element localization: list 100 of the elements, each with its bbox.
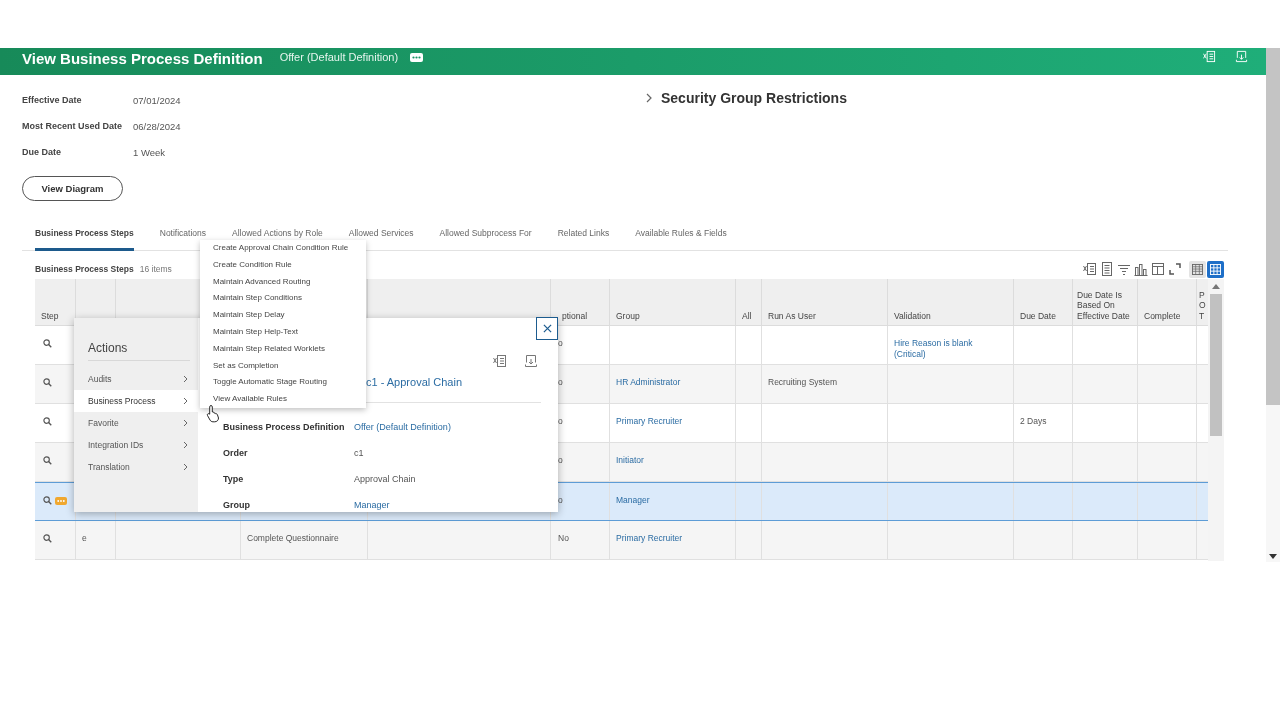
field-value: 07/01/2024 [133,94,181,106]
table-scrollbar[interactable] [1208,279,1224,561]
chevron-icon [183,375,188,383]
menu-item-label: Translation [88,462,130,472]
submenu-item[interactable]: Maintain Step Related Worklets [200,340,366,358]
document-icon[interactable] [1100,262,1114,276]
page-subtitle: Offer (Default Definition) [279,50,399,65]
submenu-item[interactable]: Maintain Step Delay [200,307,366,324]
field-value: 06/28/2024 [133,120,181,132]
table-cell: o [558,338,563,348]
column-header: All [742,310,752,321]
menu-title: Actions [88,340,129,356]
item-count: 16 items [139,264,172,274]
table-link[interactable]: Primary Recruiter [616,533,683,543]
column-header: ptional [562,310,588,321]
search-icon[interactable] [43,456,52,465]
spreadsheet-export-icon[interactable] [1083,262,1097,276]
detail-link[interactable]: Offer (Default Definition) [354,422,451,432]
column-header: P O T [1199,289,1207,321]
search-icon[interactable] [43,378,52,387]
layout-icon[interactable] [1151,262,1165,276]
menu-item-label: Audits [88,374,112,384]
page-scrollbar[interactable] [1266,48,1280,562]
ellipsis-icon[interactable] [410,53,424,62]
menu-item-label: Favorite [88,418,119,428]
chevron-icon [183,419,188,427]
column-header: Due Date [1020,310,1056,321]
field-value: 1 Week [133,146,166,158]
submenu-item[interactable]: Maintain Step Conditions [200,290,366,308]
spreadsheet-export-icon[interactable] [1203,50,1216,63]
table-link[interactable]: Hire Reason is blank (Critical) [894,338,978,360]
table-cell: o [558,377,563,387]
table-cell: No [558,533,569,543]
chevron-icon[interactable] [646,93,652,103]
column-header: Step [41,310,59,321]
table-cell: e [82,533,87,543]
menu-item[interactable]: Business Process [74,390,198,412]
table-cell: 2 Days [1020,416,1047,426]
tab[interactable]: Related Links [557,223,610,239]
tab[interactable]: Allowed Subprocess For [439,223,532,239]
search-icon[interactable] [43,417,52,426]
field-label: Due Date [22,147,62,157]
menu-item[interactable]: Audits [74,368,198,390]
grid-view-icon [1210,263,1221,275]
grid-title: Business Process Steps [35,264,134,274]
column-header: Run As User [768,310,816,321]
grid-view-button[interactable] [1207,260,1224,278]
submenu-item[interactable]: Maintain Advanced Routing [200,273,366,291]
spreadsheet-export-icon[interactable] [493,354,507,368]
submenu-item[interactable]: Toggle Automatic Stage Routing [200,374,366,392]
scrollbar-thumb[interactable] [1266,48,1280,405]
detail-value: c1 [354,448,364,458]
table-link[interactable]: Primary Recruiter [616,416,683,426]
menu-item-label: Business Process [88,396,156,406]
column-header: Due Date Is Based On Effective Date [1077,289,1131,321]
submenu-item[interactable]: Create Condition Rule [200,256,366,274]
column-header: Complete [1144,310,1181,321]
close-icon [542,324,552,333]
tab[interactable]: Available Rules & Fields [635,223,727,239]
scroll-down-arrow-icon[interactable] [1269,554,1277,559]
table-view-button[interactable] [1189,260,1206,278]
tab[interactable]: Notifications [159,223,207,239]
table-link[interactable]: Initiator [616,455,644,465]
table-cell: Complete Questionnaire [247,533,339,543]
menu-item-label: Integration IDs [88,440,144,450]
scroll-up-arrow-icon[interactable] [1212,284,1220,289]
table-cell: o [558,495,563,505]
chevron-icon [183,463,188,471]
expand-icon[interactable] [1168,262,1182,276]
detail-title-link[interactable]: c1 - Approval Chain [366,375,462,389]
field-label: Most Recent Used Date [22,121,124,131]
menu-item[interactable]: Favorite [74,412,198,434]
menu-item[interactable]: Translation [74,456,198,478]
detail-label: Order [223,448,249,458]
field-label: Effective Date [22,95,83,105]
search-icon[interactable] [43,534,52,543]
table-cell: Recruiting System [768,377,837,387]
close-button[interactable] [536,317,558,340]
section-title[interactable]: Security Group Restrictions [661,90,847,106]
column-header: Group [616,310,640,321]
document-download-icon[interactable] [524,354,538,368]
table-view-icon [1192,263,1203,275]
view-diagram-button[interactable]: View Diagram [22,176,123,201]
detail-label: Type [223,474,245,484]
tab[interactable]: Business Process Steps [35,223,134,251]
table-link[interactable]: Manager [616,495,650,505]
detail-value: Approval Chain [354,474,416,484]
filter-icon[interactable] [1117,262,1131,276]
table-link[interactable]: HR Administrator [616,377,681,387]
submenu-item[interactable]: Maintain Step Help-Text [200,324,366,341]
tab[interactable]: Allowed Services [348,223,414,239]
table-row[interactable]: e Complete Questionnaire No Primary Recruiter [35,521,1208,560]
scrollbar-thumb[interactable] [1210,294,1222,436]
bar-chart-icon[interactable] [1134,262,1148,276]
chevron-icon [183,397,188,405]
submenu-item[interactable]: Create Approval Chain Condition Rule [200,240,366,257]
tab[interactable]: Allowed Actions by Role [232,223,323,239]
search-icon[interactable] [43,496,52,505]
search-icon[interactable] [43,339,52,348]
detail-link[interactable]: Manager [354,500,390,510]
